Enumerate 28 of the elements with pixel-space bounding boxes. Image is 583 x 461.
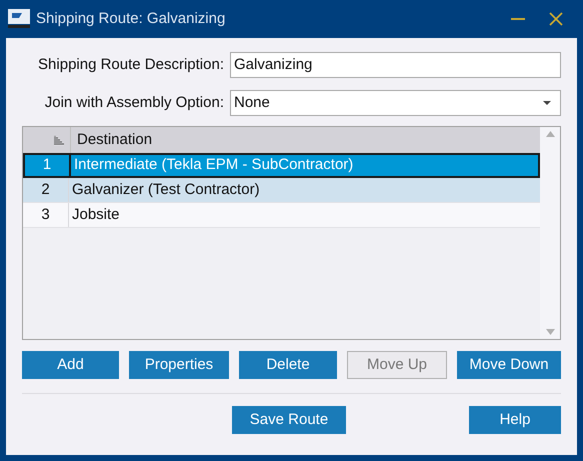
app-icon: [8, 9, 30, 29]
caret-icon: [543, 101, 551, 105]
scroll-down-icon[interactable]: [546, 329, 554, 335]
button[interactable]: Save Route: [232, 406, 346, 434]
button[interactable]: Properties: [129, 351, 229, 379]
sort-icon[interactable]: [54, 136, 64, 144]
row-number: 3: [23, 203, 69, 227]
button[interactable]: Move Down: [457, 351, 561, 379]
button[interactable]: Add: [22, 351, 119, 379]
field-label: Join with Assembly Option:: [44, 92, 225, 113]
column-header[interactable]: Destination: [71, 128, 158, 152]
minimize-icon[interactable]: [511, 18, 525, 20]
input-field[interactable]: Galvanizing: [230, 52, 561, 78]
table-row[interactable]: 3 Jobsite: [23, 203, 540, 228]
row-number: 1: [25, 155, 71, 176]
table-cell-text: Intermediate (Tekla EPM - SubContractor): [73, 155, 354, 176]
window-title: Shipping Route: Galvanizing: [36, 8, 226, 29]
field-label: Shipping Route Description:: [37, 54, 225, 75]
row-number: 2: [23, 178, 69, 202]
table-cell-text: Jobsite: [71, 204, 121, 225]
close-icon[interactable]: [549, 12, 563, 26]
table-row[interactable]: 1 Intermediate (Tekla EPM - SubContractor): [23, 153, 540, 178]
table-row[interactable]: 2 Galvanizer (Test Contractor): [23, 178, 540, 203]
dropdown[interactable]: None: [230, 90, 561, 116]
scroll-up-icon[interactable]: [546, 131, 554, 137]
table-cell-text: Galvanizer (Test Contractor): [71, 180, 261, 200]
button[interactable]: Delete: [239, 351, 337, 379]
button[interactable]: Help: [469, 406, 561, 434]
